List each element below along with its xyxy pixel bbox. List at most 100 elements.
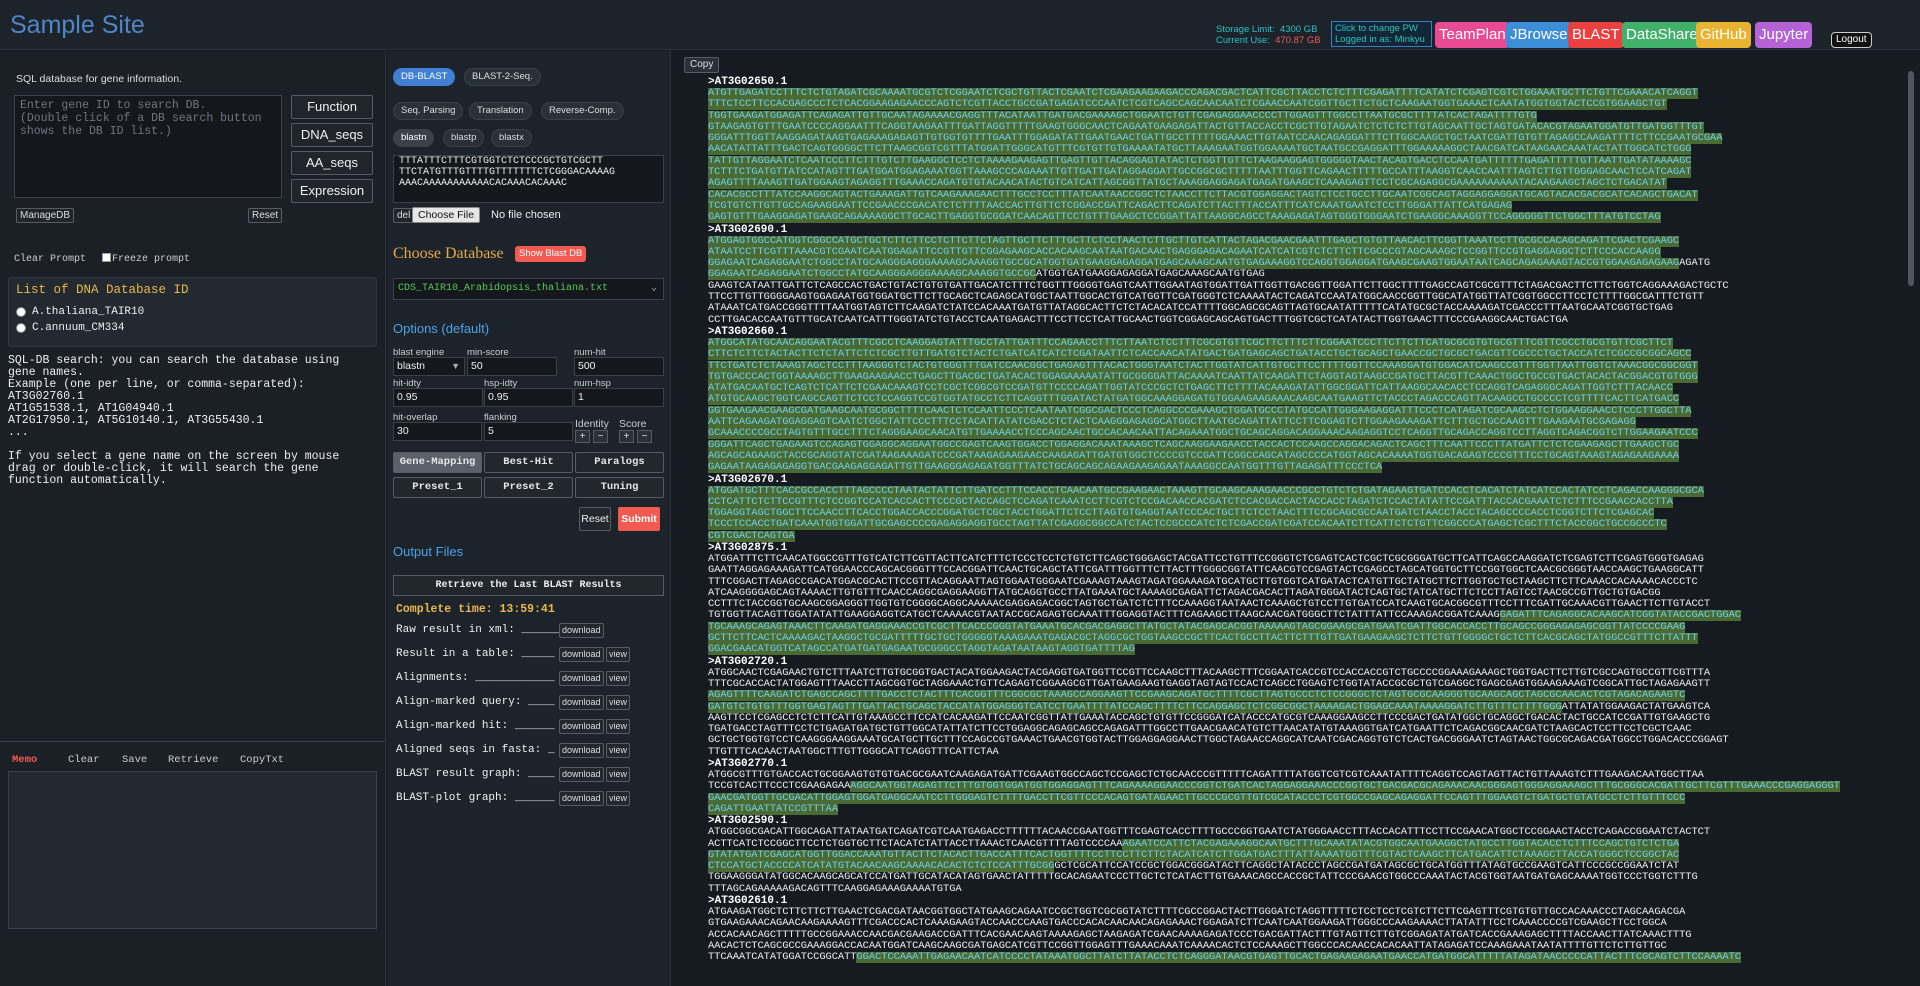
memo-save-button[interactable]: Save: [122, 754, 147, 766]
view-button[interactable]: view: [606, 767, 631, 782]
blast-button[interactable]: BLAST: [1568, 22, 1624, 48]
tab-blastp[interactable]: blastp: [443, 129, 485, 147]
site-title[interactable]: Sample Site: [10, 11, 145, 40]
paralogs-button[interactable]: Paralogs: [575, 452, 664, 473]
sequence-header[interactable]: >AT3G02590.1: [708, 815, 1896, 827]
datashare-button[interactable]: DataShare: [1622, 22, 1702, 48]
db-radio-tair10[interactable]: [16, 307, 26, 317]
left-reset-button[interactable]: Reset: [248, 208, 283, 223]
change-pw-text[interactable]: Click to change PW: [1335, 23, 1428, 34]
logout-button[interactable]: Logout: [1831, 32, 1872, 48]
view-button[interactable]: view: [606, 743, 631, 758]
blast-submit-button[interactable]: Submit: [618, 507, 660, 531]
download-button[interactable]: download: [559, 719, 604, 734]
memo-retrieve-button[interactable]: Retrieve: [168, 754, 218, 766]
db-item-label[interactable]: C.annuum_CM334: [32, 322, 124, 334]
sql-db-panel: SQL database for gene information. Enter…: [0, 51, 386, 986]
tab-seq-parsing[interactable]: Seq. Parsing: [393, 102, 464, 120]
sequence-line: TTTCGGACTTAGAGCCGACATGGACGCACTTCCGTTACAG…: [708, 577, 1896, 588]
hit-overlap-input[interactable]: 30: [393, 422, 482, 441]
memo-clear-button[interactable]: Clear: [68, 754, 100, 766]
aligned-segment: GAGTGTTTGAAGGAGATGAAGCAGAAAAGGCTTGCACTTG…: [708, 212, 1661, 224]
function-button[interactable]: Function: [291, 95, 373, 119]
tab-reverse-comp[interactable]: Reverse-Comp.: [541, 102, 624, 120]
identity-increase-button[interactable]: +: [575, 430, 590, 443]
download-button[interactable]: download: [559, 767, 604, 782]
preset-2-button[interactable]: Preset_2: [484, 477, 573, 498]
sequence-view[interactable]: >AT3G02650.1 ATGTTGAGATCCTTTCTCTGTAGATCGC…: [708, 76, 1896, 964]
sequence-line: TCCCTCCACCTGATCAAATGGTGGATTGCGAGCCCCGAGA…: [708, 519, 1896, 531]
jupyter-button[interactable]: Jupyter: [1755, 22, 1813, 48]
change-password-box[interactable]: Click to change PW Logged in as: Minkyu: [1331, 21, 1432, 47]
aligned-segment: CAGATTGAATTATCCGTTTAA: [708, 803, 838, 815]
num-hsp-input[interactable]: 1: [574, 388, 664, 407]
identity-decrease-button[interactable]: −: [593, 430, 608, 443]
min-score-input[interactable]: 50: [467, 357, 557, 376]
score-decrease-button[interactable]: −: [637, 430, 652, 443]
teamplan-button[interactable]: TeamPlan: [1435, 22, 1510, 48]
jbrowse-button[interactable]: JBrowse: [1506, 22, 1572, 48]
tab-db-blast[interactable]: DB-BLAST: [393, 68, 456, 86]
view-button[interactable]: view: [606, 671, 631, 686]
db-radio-cm334[interactable]: [16, 323, 26, 333]
freeze-prompt-checkbox[interactable]: [102, 253, 111, 262]
num-hit-input[interactable]: 500: [574, 357, 664, 376]
gene-mapping-button[interactable]: Gene-Mapping: [393, 452, 482, 473]
flanking-input[interactable]: 5: [484, 422, 573, 441]
tab-blast-2-seq[interactable]: BLAST-2-Seq.: [464, 68, 541, 86]
choose-file-button[interactable]: Choose File: [412, 207, 481, 223]
view-button[interactable]: view: [606, 719, 631, 734]
sequence-line: ACCACAACAGCTTTTTGCCGGAAACCAACGACGAAGACCG…: [708, 930, 1896, 941]
memo-tab[interactable]: Memo: [12, 754, 37, 766]
database-select[interactable]: CDS_TAIR10_Arabidopsis_thaliana.txt ⌄: [393, 278, 664, 300]
blast-engine-select[interactable]: blastn ▼: [393, 357, 465, 376]
download-button[interactable]: download: [559, 743, 604, 758]
memo-textarea[interactable]: [8, 771, 377, 929]
view-button[interactable]: view: [606, 695, 631, 710]
download-button[interactable]: download: [559, 671, 604, 686]
sequence-header[interactable]: >AT3G02650.1: [708, 76, 1896, 88]
sequence-header[interactable]: >AT3G02670.1: [708, 474, 1896, 486]
view-button[interactable]: view: [606, 791, 631, 806]
download-button[interactable]: download: [559, 623, 604, 638]
aligned-segment: TGGTGAAGATGGAGATTCAGAGATTGTTGCAATAGAAAAC…: [708, 110, 1537, 122]
expression-button[interactable]: Expression: [291, 179, 373, 203]
tab-blastx[interactable]: blastx: [491, 129, 532, 147]
download-button[interactable]: download: [559, 791, 604, 806]
score-increase-button[interactable]: +: [619, 430, 634, 443]
sequence-header[interactable]: >AT3G02610.1: [708, 895, 1896, 907]
aa-seqs-button[interactable]: AA_seqs: [291, 151, 373, 175]
view-button[interactable]: view: [606, 647, 631, 662]
memo-copytxt-button[interactable]: CopyTxt: [240, 754, 284, 766]
gene-id-input[interactable]: Enter gene ID to search DB. (Double clic…: [14, 95, 282, 198]
hsp-idty-input[interactable]: 0.95: [484, 388, 573, 407]
tab-translation[interactable]: Translation: [469, 102, 532, 120]
hit-idty-input[interactable]: 0.95: [393, 388, 483, 407]
copy-button[interactable]: Copy: [684, 57, 720, 73]
query-sequence-input[interactable]: TTTATTTCTTTCGTGGTCTCTCCCGCTGTCGCTT TTCTA…: [393, 155, 664, 203]
sequence-segment: TTCAAATCATATGGATCCGGCATT: [708, 952, 857, 964]
scrollbar[interactable]: [1908, 71, 1914, 286]
sequence-header[interactable]: >AT3G02770.1: [708, 758, 1896, 770]
retrieve-last-results-button[interactable]: Retrieve the Last BLAST Results: [393, 575, 664, 596]
blast-reset-button[interactable]: Reset: [579, 507, 611, 531]
show-blast-db-button[interactable]: Show Blast DB: [515, 246, 587, 262]
preset-1-button[interactable]: Preset_1: [393, 477, 482, 498]
aligned-segment: AGAGTTTTCAAGATCTGAGCCAGCTTTTGACCTCTACTTT…: [708, 690, 1686, 702]
sequence-header[interactable]: >AT3G02720.1: [708, 656, 1896, 668]
dna-seqs-button[interactable]: DNA_seqs: [291, 123, 373, 147]
sequence-header[interactable]: >AT3G02875.1: [708, 542, 1896, 554]
clear-prompt-button[interactable]: Clear Prompt: [14, 254, 86, 265]
db-item-label[interactable]: A.thaliana_TAIR10: [32, 306, 144, 318]
tuning-button[interactable]: Tuning: [575, 477, 664, 498]
sequence-header[interactable]: >AT3G02660.1: [708, 326, 1896, 338]
best-hit-button[interactable]: Best-Hit: [484, 452, 573, 473]
sequence-header[interactable]: >AT3G02690.1: [708, 224, 1896, 236]
manage-db-button[interactable]: ManageDB: [16, 208, 75, 223]
tab-blastn[interactable]: blastn: [393, 129, 435, 147]
github-button[interactable]: GitHub: [1696, 22, 1751, 48]
download-button[interactable]: download: [559, 695, 604, 710]
output-label: Aligned seqs in fasta: _: [396, 744, 555, 756]
download-button[interactable]: download: [559, 647, 604, 662]
sequence-segment: ATGGTGATGAAGGAGAGGATGAGCAAAGCAATGTGAG: [1035, 269, 1265, 281]
